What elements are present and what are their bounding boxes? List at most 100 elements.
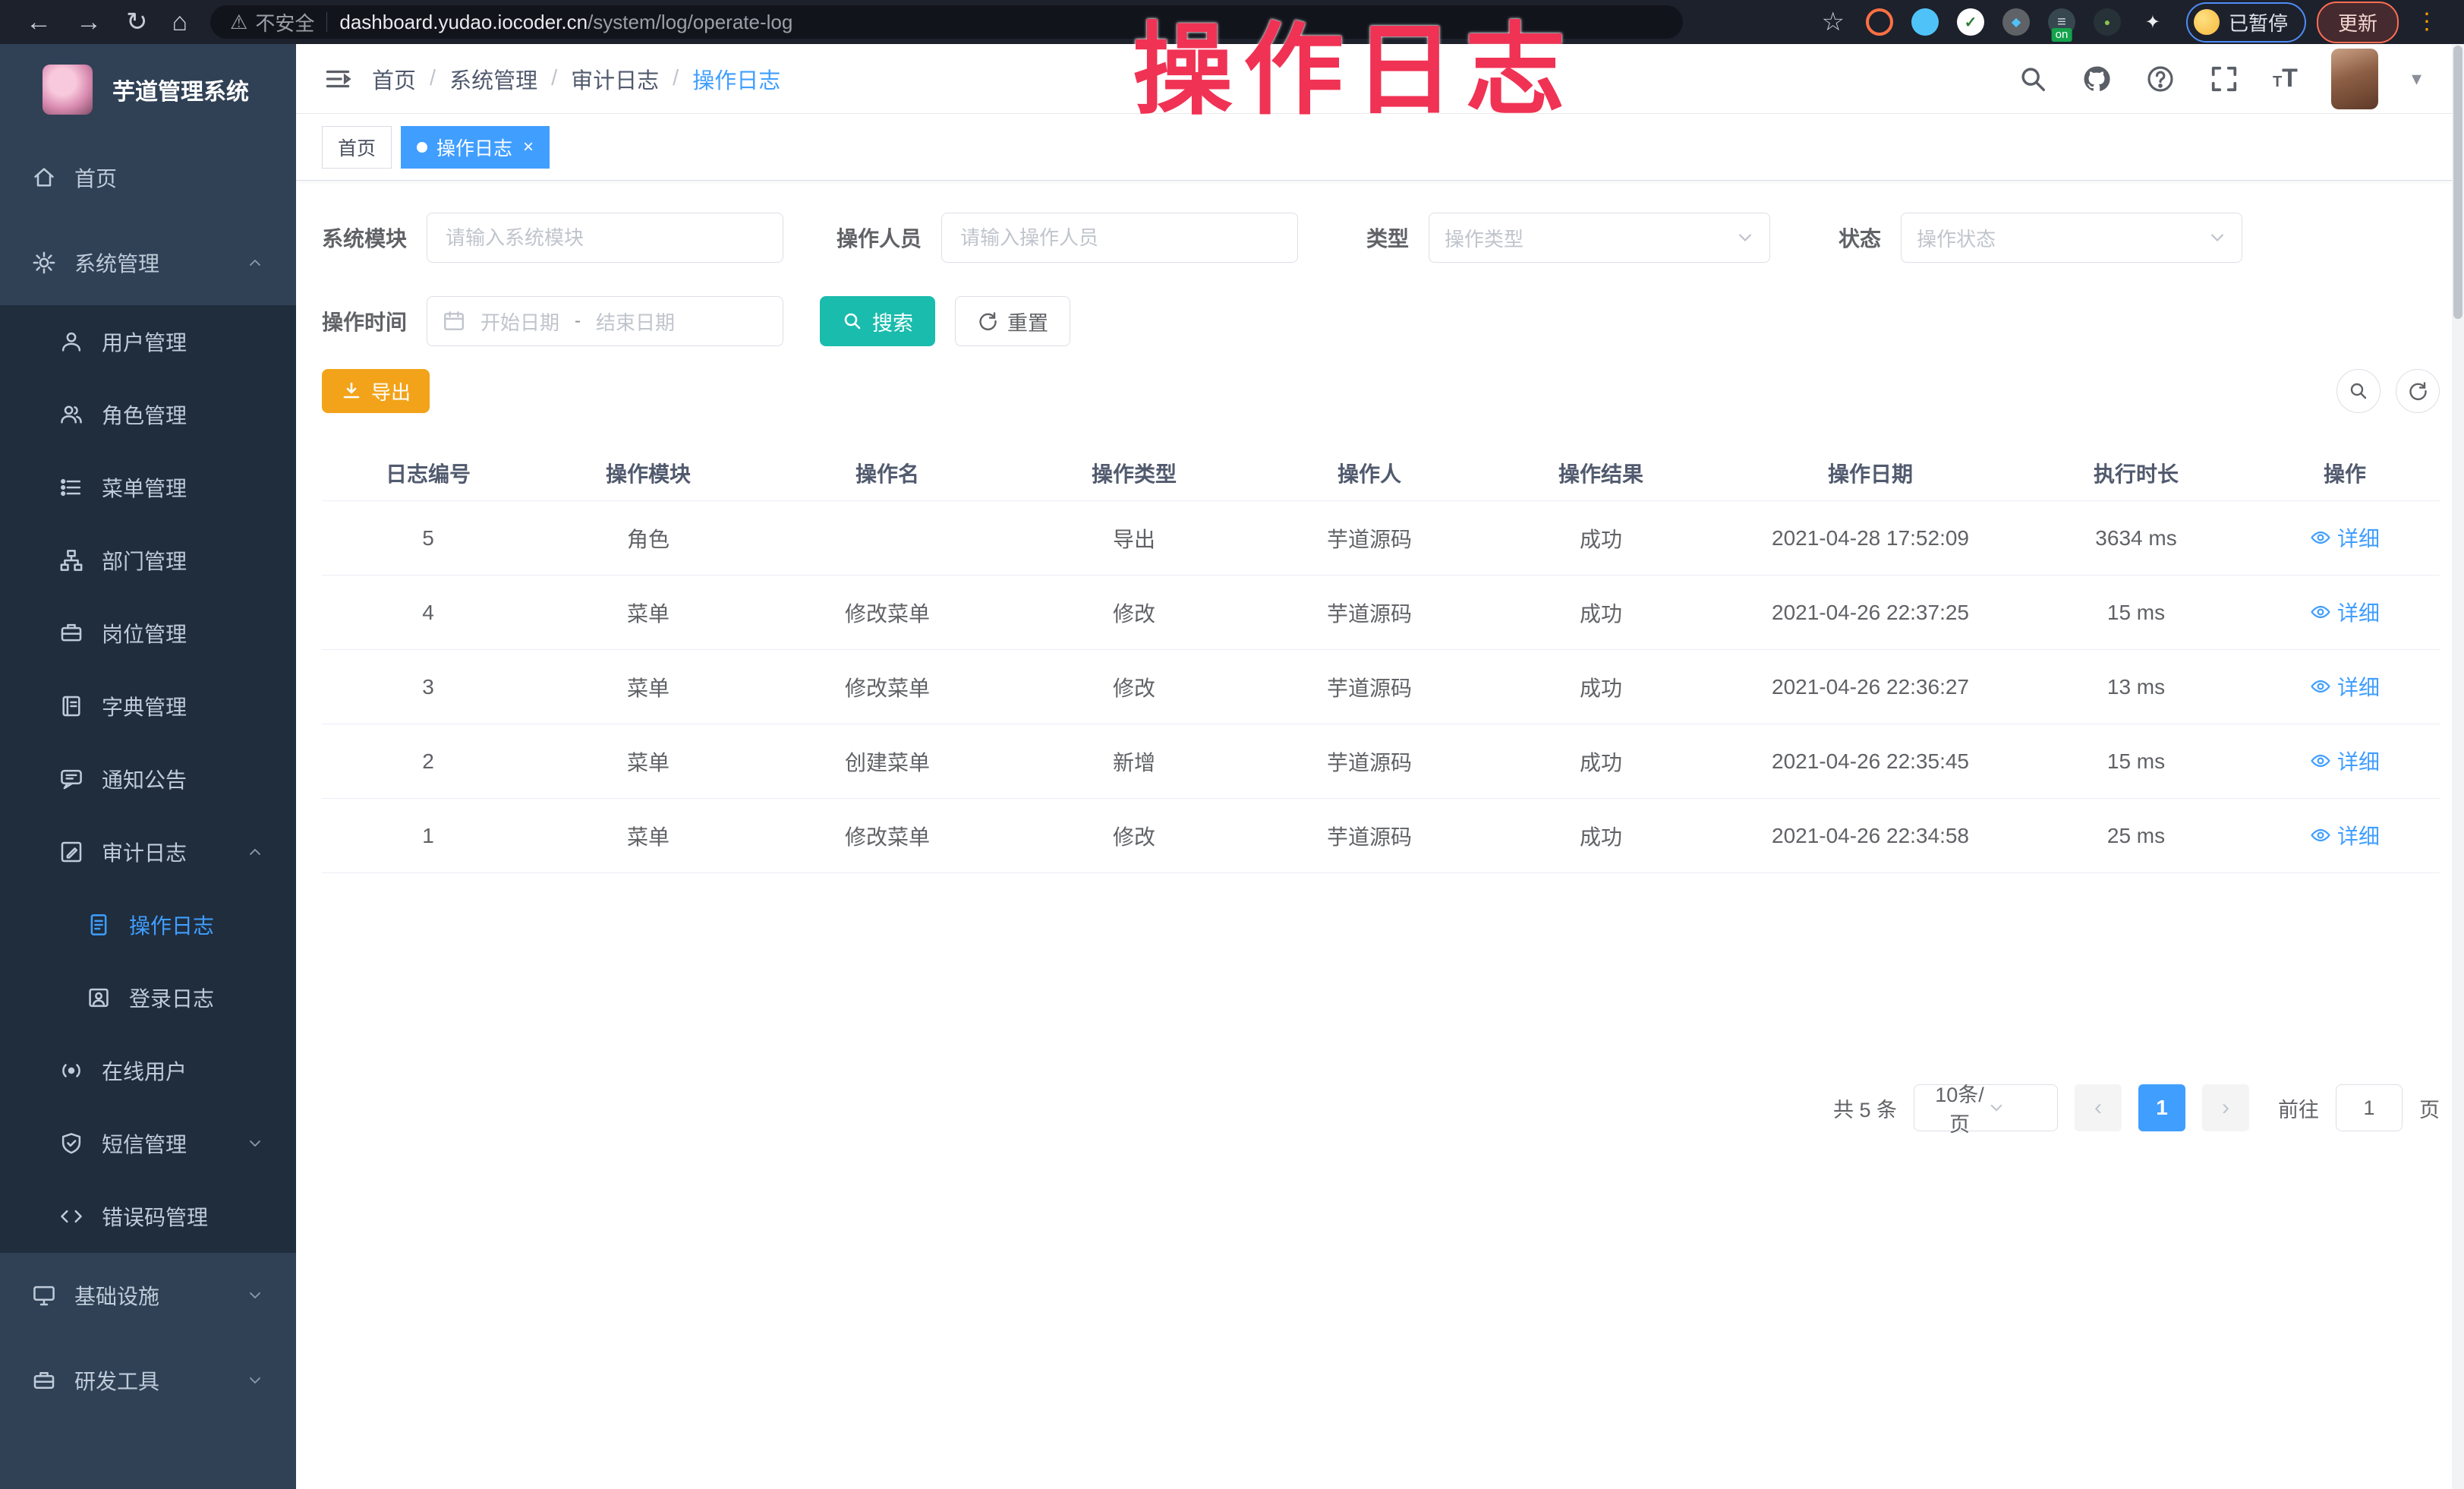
- sidebar-item-errcode-mgmt[interactable]: 错误码管理: [0, 1180, 296, 1253]
- toggle-search-button[interactable]: [2336, 369, 2381, 413]
- search-button[interactable]: 搜索: [820, 296, 935, 346]
- detail-link[interactable]: 详细: [2310, 820, 2380, 850]
- detail-link[interactable]: 详细: [2310, 522, 2380, 553]
- eye-icon: [2310, 601, 2331, 623]
- sidebar-item-operate-log[interactable]: 操作日志: [0, 888, 296, 961]
- scrollbar-thumb[interactable]: [2453, 46, 2462, 319]
- glyph: ●: [2104, 16, 2110, 28]
- sidebar-item-dept-mgmt[interactable]: 部门管理: [0, 524, 296, 597]
- divider: [326, 12, 327, 32]
- ext-puzzle-icon[interactable]: ✦: [2139, 8, 2166, 36]
- tab-操作日志[interactable]: 操作日志 ×: [401, 126, 550, 169]
- ext-blue-drop-icon[interactable]: [1911, 8, 1939, 36]
- sidebar-item-role-mgmt[interactable]: 角色管理: [0, 378, 296, 451]
- font-size-icon[interactable]: TT: [2273, 64, 2298, 93]
- type-select[interactable]: 操作类型: [1429, 213, 1770, 263]
- cell-id: 5: [322, 526, 534, 550]
- refresh-icon: [977, 311, 998, 332]
- cell-date: 2021-04-28 17:52:09: [1719, 526, 2022, 550]
- sidebar-item-dict-mgmt[interactable]: 字典管理: [0, 670, 296, 743]
- cell-operator: 芋道源码: [1256, 598, 1483, 628]
- sidebar-item-label: 登录日志: [129, 983, 214, 1013]
- sidebar-item-audit-log[interactable]: 审计日志: [0, 815, 296, 888]
- detail-link[interactable]: 详细: [2310, 597, 2380, 627]
- tab-首页[interactable]: 首页: [322, 126, 392, 169]
- tree-icon: [59, 548, 83, 573]
- sidebar-item-label: 短信管理: [102, 1128, 187, 1159]
- calendar-icon: [443, 310, 465, 333]
- cell-operator: 芋道源码: [1256, 746, 1483, 777]
- sidebar-collapse-icon[interactable]: [323, 65, 352, 93]
- detail-link-label: 详细: [2337, 746, 2380, 776]
- pagination: 共 5 条 10条/页 ‹ 1 › 前往 页: [1833, 1084, 2440, 1131]
- page-1-button[interactable]: 1: [2138, 1084, 2185, 1131]
- github-icon[interactable]: [2081, 64, 2112, 94]
- url-path: /system/log/operate-log: [588, 11, 792, 34]
- sidebar-item-system[interactable]: 系统管理: [0, 220, 296, 305]
- close-tab-icon[interactable]: ×: [523, 137, 534, 158]
- sidebar-item-user-mgmt[interactable]: 用户管理: [0, 305, 296, 378]
- reset-button[interactable]: 重置: [955, 296, 1070, 346]
- not-secure-warning-icon: ⚠: [230, 11, 247, 34]
- sidebar-item-online-user[interactable]: 在线用户: [0, 1034, 296, 1107]
- table-row: 2菜单创建菜单新增芋道源码成功2021-04-26 22:35:4515 ms详…: [322, 724, 2440, 799]
- sidebar-item-devtool[interactable]: 研发工具: [0, 1338, 296, 1423]
- operator-input[interactable]: [941, 213, 1298, 263]
- breadcrumb-item[interactable]: 操作日志: [692, 63, 780, 95]
- ext-dark-on-icon[interactable]: ≡on: [2048, 8, 2075, 36]
- sidebar-item-home[interactable]: 首页: [0, 135, 296, 220]
- help-icon[interactable]: [2145, 64, 2176, 94]
- goto-page-input[interactable]: [2336, 1084, 2403, 1131]
- cell-result: 成功: [1483, 523, 1719, 554]
- range-separator: -: [575, 311, 581, 332]
- ext-green-check-icon[interactable]: ✓: [1957, 8, 1984, 36]
- sidebar-item-menu-mgmt[interactable]: 菜单管理: [0, 451, 296, 524]
- sidebar-item-login-log[interactable]: 登录日志: [0, 961, 296, 1034]
- cell-result: 成功: [1483, 821, 1719, 851]
- ext-orange-ring-icon[interactable]: [1866, 8, 1893, 36]
- extension-paused-badge[interactable]: 已暂停: [2186, 2, 2306, 43]
- cell-module: 菜单: [534, 598, 762, 628]
- gear-icon: [32, 251, 56, 275]
- next-page-button[interactable]: ›: [2202, 1084, 2249, 1131]
- sidebar-item-post-mgmt[interactable]: 岗位管理: [0, 597, 296, 670]
- cell-operator: 芋道源码: [1256, 523, 1483, 554]
- avatar-dropdown-caret-icon[interactable]: ▾: [2412, 67, 2421, 90]
- cell-module: 角色: [534, 523, 762, 554]
- app-logo[interactable]: 芋道管理系统: [0, 44, 296, 135]
- page-size-select[interactable]: 10条/页: [1914, 1084, 2058, 1131]
- sidebar-item-sms-mgmt[interactable]: 短信管理: [0, 1107, 296, 1180]
- date-range-picker[interactable]: 开始日期 - 结束日期: [427, 296, 783, 346]
- column-header: 操作模块: [534, 458, 762, 488]
- ext-leaf-icon[interactable]: ●: [2094, 8, 2121, 36]
- sidebar-item-label: 错误码管理: [102, 1201, 208, 1232]
- refresh-table-button[interactable]: [2396, 369, 2440, 413]
- header-search-icon[interactable]: [2018, 64, 2048, 94]
- sidebar-menu: 首页系统管理用户管理角色管理菜单管理部门管理岗位管理字典管理通知公告审计日志操作…: [0, 135, 296, 1423]
- sidebar-item-infra[interactable]: 基础设施: [0, 1253, 296, 1338]
- browser-update-button[interactable]: 更新: [2317, 2, 2399, 43]
- cell-result: 成功: [1483, 672, 1719, 702]
- detail-link[interactable]: 详细: [2310, 746, 2380, 776]
- browser-menu-icon[interactable]: ⋮: [2415, 0, 2438, 44]
- tab-label: 操作日志: [436, 134, 512, 161]
- browser-forward-icon[interactable]: →: [76, 0, 102, 44]
- sidebar-item-notice[interactable]: 通知公告: [0, 743, 296, 815]
- status-select[interactable]: 操作状态: [1901, 213, 2242, 263]
- user-avatar[interactable]: [2331, 49, 2378, 109]
- browser-back-icon[interactable]: ←: [26, 0, 52, 44]
- prev-page-button[interactable]: ‹: [2075, 1084, 2122, 1131]
- browser-reload-icon[interactable]: ↻: [126, 0, 148, 44]
- export-button[interactable]: 导出: [322, 369, 430, 413]
- filter-type-label: 类型: [1366, 222, 1409, 253]
- detail-link[interactable]: 详细: [2310, 671, 2380, 702]
- ext-gray-diamond-icon[interactable]: ◆: [2002, 8, 2030, 36]
- bookmark-star-icon[interactable]: ☆: [1821, 0, 1844, 44]
- module-input[interactable]: [427, 213, 783, 263]
- fullscreen-icon[interactable]: [2209, 64, 2239, 94]
- cell-id: 4: [322, 601, 534, 625]
- page-scrollbar[interactable]: [2452, 44, 2464, 1489]
- browser-home-icon[interactable]: ⌂: [172, 0, 188, 44]
- sidebar-item-label: 部门管理: [102, 545, 187, 576]
- paused-label: 已暂停: [2229, 8, 2288, 36]
